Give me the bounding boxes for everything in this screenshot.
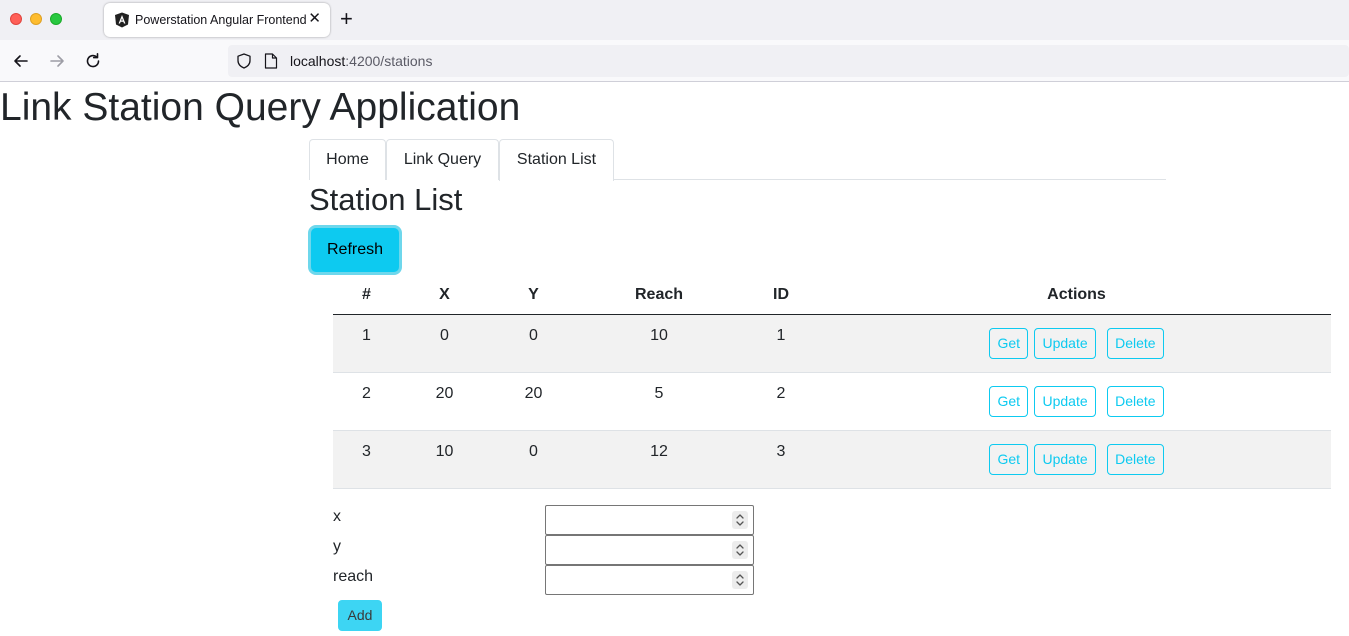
- header-y: Y: [489, 276, 578, 315]
- maximize-window-button[interactable]: [50, 13, 62, 25]
- url-text[interactable]: localhost:4200/stations: [290, 53, 432, 69]
- x-label: x: [333, 508, 341, 525]
- minimize-window-button[interactable]: [30, 13, 42, 25]
- tab-link-query[interactable]: Link Query: [386, 139, 499, 180]
- tab-home[interactable]: Home: [309, 139, 386, 180]
- nav-tabs: Home Link Query Station List: [309, 139, 1166, 181]
- cell-x: 10: [400, 430, 489, 489]
- delete-button[interactable]: Delete: [1107, 385, 1164, 417]
- reach-label: reach: [333, 568, 374, 585]
- shield-icon[interactable]: [236, 53, 252, 69]
- header-x: X: [400, 276, 489, 315]
- reload-icon[interactable]: [83, 51, 103, 71]
- refresh-button[interactable]: Refresh: [311, 228, 399, 272]
- plus-icon[interactable]: +: [340, 8, 353, 30]
- url-path: :4200/stations: [345, 53, 433, 69]
- browser-tab-bar: Powerstation Angular Frontend ✕ +: [0, 0, 1349, 40]
- header-id: ID: [740, 276, 822, 315]
- delete-button[interactable]: Delete: [1107, 327, 1164, 359]
- add-button[interactable]: Add: [338, 600, 382, 631]
- get-button[interactable]: Get: [989, 385, 1029, 417]
- angular-logo-icon: [115, 12, 129, 28]
- table-header-row: # X Y Reach ID Actions: [333, 276, 1331, 315]
- browser-tab[interactable]: Powerstation Angular Frontend ✕: [104, 3, 330, 37]
- cell-actions: Get Update Delete: [822, 430, 1331, 489]
- tab-station-list[interactable]: Station List: [499, 139, 614, 181]
- delete-button[interactable]: Delete: [1107, 443, 1164, 475]
- y-input[interactable]: [545, 535, 754, 565]
- header-index: #: [333, 276, 400, 315]
- table-row: 3 10 0 12 3 Get Update Delete: [333, 430, 1331, 489]
- cell-x: 0: [400, 314, 489, 373]
- browser-nav-bar: localhost:4200/stations: [0, 40, 1349, 82]
- cell-index: 2: [333, 372, 400, 431]
- spinner-icon[interactable]: [732, 511, 748, 529]
- cell-y: 20: [489, 372, 578, 431]
- update-button[interactable]: Update: [1034, 443, 1096, 475]
- cell-id: 1: [740, 314, 822, 373]
- header-reach: Reach: [578, 276, 740, 315]
- close-icon[interactable]: ✕: [308, 11, 321, 27]
- cell-actions: Get Update Delete: [822, 372, 1331, 431]
- close-window-button[interactable]: [10, 13, 22, 25]
- app-title: Link Station Query Application: [0, 86, 521, 129]
- forward-arrow-icon[interactable]: [47, 51, 67, 71]
- stations-table: # X Y Reach ID Actions 1 0 0 10 1 Get Up…: [333, 276, 1331, 489]
- cell-reach: 12: [578, 430, 740, 489]
- section-title: Station List: [309, 182, 463, 217]
- cell-index: 1: [333, 314, 400, 373]
- header-actions: Actions: [822, 276, 1331, 315]
- table-row: 2 20 20 5 2 Get Update Delete: [333, 372, 1331, 431]
- cell-index: 3: [333, 430, 400, 489]
- table-row: 1 0 0 10 1 Get Update Delete: [333, 314, 1331, 373]
- cell-id: 2: [740, 372, 822, 431]
- cell-id: 3: [740, 430, 822, 489]
- back-arrow-icon[interactable]: [11, 51, 31, 71]
- x-input[interactable]: [545, 505, 754, 535]
- cell-actions: Get Update Delete: [822, 314, 1331, 373]
- y-label: y: [333, 538, 341, 555]
- update-button[interactable]: Update: [1034, 385, 1096, 417]
- spinner-icon[interactable]: [732, 541, 748, 559]
- reach-input[interactable]: [545, 565, 754, 595]
- cell-y: 0: [489, 314, 578, 373]
- address-bar[interactable]: localhost:4200/stations: [228, 45, 1349, 77]
- cell-y: 0: [489, 430, 578, 489]
- cell-x: 20: [400, 372, 489, 431]
- get-button[interactable]: Get: [989, 443, 1029, 475]
- spinner-icon[interactable]: [732, 571, 748, 589]
- get-button[interactable]: Get: [989, 327, 1029, 359]
- cell-reach: 5: [578, 372, 740, 431]
- update-button[interactable]: Update: [1034, 327, 1096, 359]
- page-icon[interactable]: [264, 53, 278, 69]
- url-host: localhost: [290, 53, 346, 69]
- browser-tab-title: Powerstation Angular Frontend: [135, 13, 307, 27]
- cell-reach: 10: [578, 314, 740, 373]
